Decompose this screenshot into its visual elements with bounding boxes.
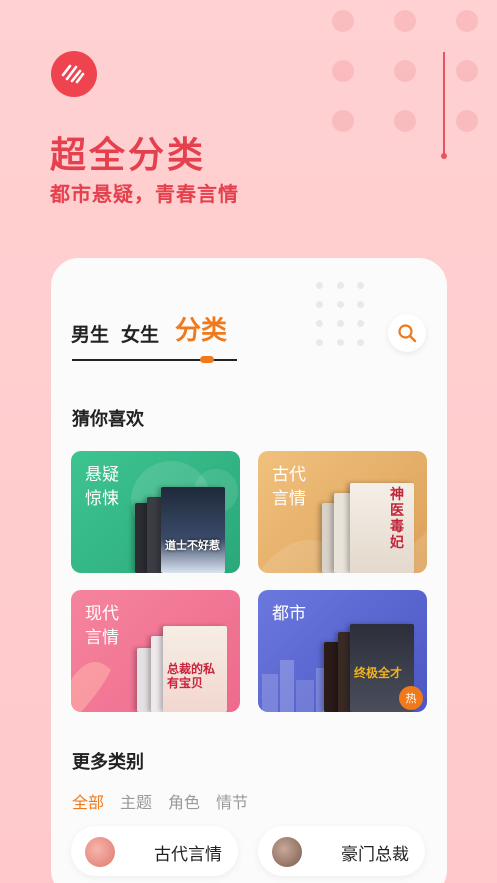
book-title: 道士不好惹: [165, 539, 220, 552]
tab-active-indicator: [200, 356, 214, 363]
app-logo-icon: [51, 51, 97, 97]
book-cover-main: 总裁的私有宝贝: [163, 626, 227, 712]
category-item-label: 古代言情: [154, 845, 222, 865]
category-item-ancient-romance[interactable]: 古代言情: [71, 826, 238, 876]
tab-female[interactable]: 女生: [121, 320, 159, 347]
category-item-rich-ceo[interactable]: 豪门总裁: [258, 826, 425, 876]
tab-category[interactable]: 分类: [175, 310, 227, 347]
category-card: 男生 女生 分类 猜你喜欢 悬疑惊悚 道士不好惹 古代言情 神医毒妃 现代言情 …: [51, 258, 447, 883]
book-title: 终极全才: [354, 666, 403, 680]
category-avatar: [85, 837, 115, 867]
book-cover-main: 神医毒妃: [350, 483, 414, 573]
guess-section-title: 猜你喜欢: [72, 409, 144, 430]
category-label: 都市: [272, 604, 306, 624]
search-button[interactable]: [388, 314, 426, 352]
decorative-line: [443, 52, 445, 156]
category-label: 现代言情: [85, 604, 119, 648]
category-suspense[interactable]: 悬疑惊悚 道士不好惹: [71, 451, 240, 573]
filter-plot[interactable]: 情节: [216, 789, 248, 813]
page-title: 超全分类: [50, 135, 207, 176]
decorative-line-dot: [441, 153, 447, 159]
category-avatar: [272, 837, 302, 867]
page-subtitle: 都市悬疑，青春言情: [50, 182, 239, 206]
top-tabs: 男生 女生 分类: [71, 310, 227, 347]
filter-all[interactable]: 全部: [72, 789, 104, 813]
more-section-title: 更多类别: [72, 752, 144, 773]
book-title: 神医毒妃: [390, 487, 404, 551]
category-label: 悬疑惊悚: [85, 465, 119, 509]
book-title: 总裁的私有宝贝: [167, 662, 216, 690]
tab-male[interactable]: 男生: [71, 320, 109, 347]
filter-theme[interactable]: 主题: [120, 789, 152, 813]
category-item-label: 豪门总裁: [341, 845, 409, 865]
category-filters: 全部 主题 角色 情节: [72, 789, 248, 813]
category-art: [71, 662, 111, 712]
category-ancient-romance[interactable]: 古代言情 神医毒妃: [258, 451, 427, 573]
filter-role[interactable]: 角色: [168, 789, 200, 813]
category-modern-romance[interactable]: 现代言情 总裁的私有宝贝: [71, 590, 240, 712]
hot-badge: 热: [399, 686, 423, 710]
category-label: 古代言情: [272, 465, 306, 509]
category-urban[interactable]: 都市 终极全才 热: [258, 590, 427, 712]
search-icon: [398, 324, 417, 343]
book-cover-main: 道士不好惹: [161, 487, 225, 573]
